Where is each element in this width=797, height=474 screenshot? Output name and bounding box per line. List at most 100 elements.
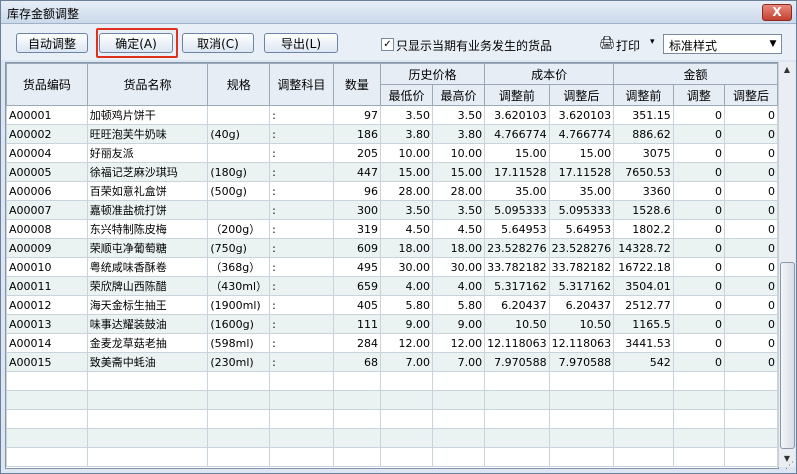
- table-cell[interactable]: :: [269, 162, 334, 182]
- table-cell[interactable]: 7.00: [432, 352, 486, 372]
- table-cell[interactable]: 23.528276: [548, 238, 615, 258]
- table-cell[interactable]: [332, 409, 382, 429]
- table-cell[interactable]: 0: [723, 333, 778, 353]
- table-cell[interactable]: 495: [332, 257, 382, 277]
- table-cell[interactable]: 6.20437: [548, 295, 615, 315]
- table-cell[interactable]: [432, 390, 486, 410]
- table-cell[interactable]: [484, 447, 550, 467]
- table-cell[interactable]: (1900ml): [207, 295, 271, 315]
- table-cell[interactable]: [6, 447, 88, 467]
- table-cell[interactable]: (40g): [207, 124, 271, 144]
- table-cell[interactable]: :: [269, 257, 334, 277]
- table-cell[interactable]: 15.00: [380, 162, 434, 182]
- table-cell[interactable]: 荣欣牌山西陈醋: [86, 276, 209, 296]
- table-cell[interactable]: 0: [672, 238, 725, 258]
- table-cell[interactable]: [269, 428, 334, 448]
- header-amount-after[interactable]: 调整后: [723, 84, 778, 106]
- table-cell[interactable]: :: [269, 181, 334, 201]
- table-cell[interactable]: [484, 409, 550, 429]
- empty-row[interactable]: [6, 390, 778, 410]
- table-cell[interactable]: [332, 447, 382, 467]
- scroll-up-icon[interactable]: ▲: [779, 62, 795, 78]
- vertical-scrollbar[interactable]: ▲ ▼: [778, 62, 795, 467]
- table-cell[interactable]: 0: [723, 162, 778, 182]
- table-cell[interactable]: (598ml): [207, 333, 271, 353]
- table-cell[interactable]: 15.00: [548, 143, 615, 163]
- table-cell[interactable]: 0: [723, 219, 778, 239]
- table-cell[interactable]: [723, 409, 778, 429]
- table-cell[interactable]: 徐福记芝麻沙琪玛: [86, 162, 209, 182]
- table-cell[interactable]: 4.50: [380, 219, 434, 239]
- table-cell[interactable]: [332, 428, 382, 448]
- table-cell[interactable]: 3.50: [432, 105, 486, 125]
- table-cell[interactable]: 7650.53: [613, 162, 674, 182]
- table-cell[interactable]: 0: [723, 295, 778, 315]
- table-cell[interactable]: A00011: [6, 276, 88, 296]
- table-cell[interactable]: [207, 409, 271, 429]
- table-cell[interactable]: :: [269, 143, 334, 163]
- header-spec[interactable]: 规格: [207, 63, 271, 106]
- table-cell[interactable]: A00014: [6, 333, 88, 353]
- table-cell[interactable]: 35.00: [548, 181, 615, 201]
- table-cell[interactable]: :: [269, 105, 334, 125]
- table-cell[interactable]: 0: [723, 257, 778, 277]
- table-row[interactable]: A00008 东兴特制陈皮梅 （200g）:319 4.50 4.50 5.64953 5.…: [6, 219, 778, 239]
- table-cell[interactable]: 7.970588: [484, 352, 550, 372]
- table-cell[interactable]: 荣顺屯净葡萄糖: [86, 238, 209, 258]
- table-cell[interactable]: 319: [332, 219, 382, 239]
- header-name[interactable]: 货品名称: [86, 63, 209, 106]
- print-dropdown-icon[interactable]: ▾: [650, 37, 655, 47]
- table-cell[interactable]: 金麦龙草菇老抽: [86, 333, 209, 353]
- table-cell[interactable]: A00007: [6, 200, 88, 220]
- table-cell[interactable]: 10.50: [548, 314, 615, 334]
- table-cell[interactable]: 3504.01: [613, 276, 674, 296]
- resize-grip-icon[interactable]: ⋰: [785, 461, 794, 471]
- table-cell[interactable]: 海天金标生抽王: [86, 295, 209, 315]
- header-hist-low[interactable]: 最低价: [380, 84, 434, 106]
- header-cost-after[interactable]: 调整后: [548, 84, 615, 106]
- table-cell[interactable]: 12.118063: [484, 333, 550, 353]
- table-cell[interactable]: [548, 447, 615, 467]
- table-cell[interactable]: 4.00: [432, 276, 486, 296]
- table-cell[interactable]: A00015: [6, 352, 88, 372]
- table-row[interactable]: A00006 百荣如意礼盒饼 (500g):96 28.00 28.00 35.00 35.…: [6, 181, 778, 201]
- table-cell[interactable]: 28.00: [432, 181, 486, 201]
- table-cell[interactable]: [207, 200, 271, 220]
- chevron-down-icon[interactable]: ▼: [766, 36, 780, 52]
- table-cell[interactable]: 609: [332, 238, 382, 258]
- table-row[interactable]: A00011 荣欣牌山西陈醋 （430ml）:659 4.00 4.00 5.317162…: [6, 276, 778, 296]
- table-cell[interactable]: 东兴特制陈皮梅: [86, 219, 209, 239]
- table-cell[interactable]: [613, 409, 674, 429]
- print-button[interactable]: 打印: [616, 37, 640, 54]
- table-cell[interactable]: :: [269, 276, 334, 296]
- table-cell[interactable]: 18.00: [432, 238, 486, 258]
- table-cell[interactable]: 嘉顿准盐梳打饼: [86, 200, 209, 220]
- table-cell[interactable]: 4.50: [432, 219, 486, 239]
- table-cell[interactable]: 351.15: [613, 105, 674, 125]
- table-cell[interactable]: 12.00: [432, 333, 486, 353]
- table-cell[interactable]: 好丽友派: [86, 143, 209, 163]
- table-cell[interactable]: :: [269, 238, 334, 258]
- table-cell[interactable]: 3360: [613, 181, 674, 201]
- table-cell[interactable]: [380, 409, 434, 429]
- table-cell[interactable]: (1600g): [207, 314, 271, 334]
- table-cell[interactable]: 30.00: [432, 257, 486, 277]
- table-cell[interactable]: （200g）: [207, 219, 271, 239]
- table-cell[interactable]: 9.00: [380, 314, 434, 334]
- table-cell[interactable]: [723, 447, 778, 467]
- printer-icon[interactable]: 🖨: [599, 36, 616, 51]
- table-cell[interactable]: [6, 428, 88, 448]
- table-cell[interactable]: 0: [672, 276, 725, 296]
- table-cell[interactable]: [484, 428, 550, 448]
- header-qty[interactable]: 数量: [332, 63, 382, 106]
- table-cell[interactable]: :: [269, 314, 334, 334]
- table-cell[interactable]: 12.118063: [548, 333, 615, 353]
- table-cell[interactable]: :: [269, 124, 334, 144]
- table-cell[interactable]: [332, 390, 382, 410]
- table-cell[interactable]: 0: [672, 124, 725, 144]
- style-select[interactable]: 标准样式 ▼: [663, 34, 782, 54]
- table-cell[interactable]: 33.782182: [548, 257, 615, 277]
- table-cell[interactable]: 0: [672, 219, 725, 239]
- table-cell[interactable]: 3.50: [380, 200, 434, 220]
- only-active-checkbox[interactable]: ✓: [381, 38, 394, 51]
